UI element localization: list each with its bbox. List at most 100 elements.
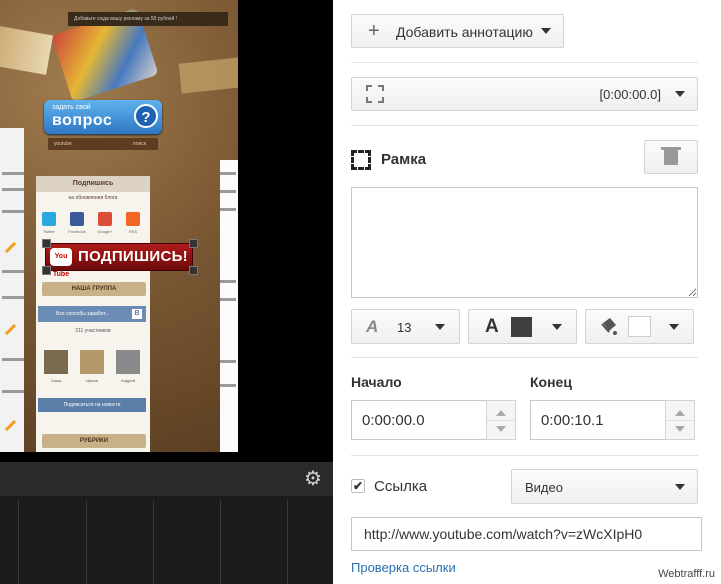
text-line [2,270,24,273]
twitter-icon [42,212,56,226]
end-label: Конец [530,374,572,390]
text-line [220,172,236,175]
resize-handle-top-left[interactable] [42,239,51,248]
divider [351,62,698,63]
vk-icon: В [132,309,142,319]
avatar-name: Саша [50,378,62,383]
paper-scrap-decoration [0,25,54,75]
text-line [220,190,236,193]
check-link-link[interactable]: Проверка ссылки [351,560,456,575]
trash-icon [664,150,678,165]
text-line [2,358,24,361]
start-time-input[interactable] [351,400,487,440]
annotation-timeline[interactable] [0,496,333,584]
avatar [116,350,140,374]
font-size-value: 13 [397,320,412,335]
youtube-logo-icon: You Tube [50,248,72,278]
timeline-tick [18,500,19,584]
link-type-dropdown[interactable]: Видео [511,469,698,504]
page-right-column [220,160,238,452]
members-count: 211 участников [75,328,111,334]
divider [666,420,694,421]
text-line [2,172,24,175]
timeline-tick [287,500,288,584]
social-label: Google+ [97,229,113,234]
background-color-dropdown[interactable] [585,309,694,344]
avatar [44,350,68,374]
video-player[interactable]: Добавьте сюда вашу рекламу за 50 рублей … [0,0,333,462]
search-strip-right: поиск [133,141,146,147]
ask-question-big-text: вопрос [52,112,113,129]
text-line [2,296,24,299]
site-search-strip: youtube поиск [48,138,158,150]
pencil-icon [4,419,17,432]
facebook-icon [70,212,84,226]
chevron-up-icon[interactable] [675,410,685,416]
chevron-down-icon[interactable] [675,426,685,432]
font-size-dropdown[interactable]: A 13 [351,309,460,344]
social-label: Facebook [68,229,86,234]
chevron-down-icon[interactable] [496,426,506,432]
search-strip-left: youtube [54,141,72,147]
text-line [220,384,236,387]
annotation-overlay-text: ПОДПИШИСЬ! [78,248,188,265]
chevron-down-icon [675,484,685,490]
rubrics-banner: РУБРИКИ [42,434,146,448]
chevron-up-icon[interactable] [496,410,506,416]
divider [351,357,698,358]
text-color-dropdown[interactable]: A [468,309,577,344]
chevron-down-icon [675,91,685,97]
social-label: Twitter [43,229,55,234]
link-url-input[interactable] [351,517,702,551]
chevron-down-icon [669,324,679,330]
start-time-stepper[interactable] [486,400,516,440]
end-time-input[interactable] [530,400,666,440]
divider [351,455,698,456]
timeline-tick [86,500,87,584]
widget-title: Подпишись [36,176,150,192]
plus-icon: + [368,20,380,42]
annotation-select-dropdown[interactable]: [0:00:00.0] [351,77,698,111]
timeline-tick [220,500,221,584]
text-line [220,280,236,283]
text-color-swatch [511,317,532,337]
avatar-name: Андрей [121,378,135,383]
our-group-banner: НАША ГРУППА [42,282,146,296]
link-checkbox[interactable]: ✔ [351,479,365,493]
annotation-time: [0:00:00.0] [599,87,661,102]
link-type-value: Видео [525,480,563,495]
annotation-overlay[interactable]: You Tube ПОДПИШИСЬ! [45,243,193,278]
text-line [2,188,24,191]
annotation-type-title: Рамка [381,151,427,168]
resize-handle-bottom-left[interactable] [42,266,51,275]
divider [351,125,698,126]
text-line [2,210,24,213]
add-annotation-button[interactable]: + Добавить аннотацию [351,14,564,48]
annotation-editor-panel: + Добавить аннотацию [0:00:00.0] Рамка A… [333,0,721,584]
end-time-stepper[interactable] [665,400,695,440]
video-frame[interactable]: Добавьте сюда вашу рекламу за 50 рублей … [0,0,238,452]
resize-handle-top-right[interactable] [189,239,198,248]
text-line [2,390,24,393]
vk-group-box: Все способы заработ... В [38,306,146,322]
pencil-icon [4,323,17,336]
text-line [220,208,236,211]
paper-scrap-decoration [178,56,238,94]
frame-icon [351,150,371,170]
gear-icon[interactable]: ⚙ [301,467,325,491]
annotation-text-input[interactable] [351,187,698,298]
text-line [220,360,236,363]
social-label: RSS [128,229,138,234]
resize-handle-bottom-right[interactable] [189,266,198,275]
paint-bucket-icon [601,318,617,335]
background-color-swatch [628,316,651,337]
ask-question-button: задать свой вопрос ? [44,100,162,134]
timeline-tick [153,500,154,584]
delete-annotation-button[interactable] [644,140,698,174]
google-plus-icon [98,212,112,226]
widget-subtitle: на обновления блога [68,195,118,201]
rss-icon [126,212,140,226]
divider [487,420,515,421]
ad-banner-text: Добавьте сюда вашу рекламу за 50 рублей … [68,12,228,26]
player-control-bar: ⚙ [0,462,333,496]
